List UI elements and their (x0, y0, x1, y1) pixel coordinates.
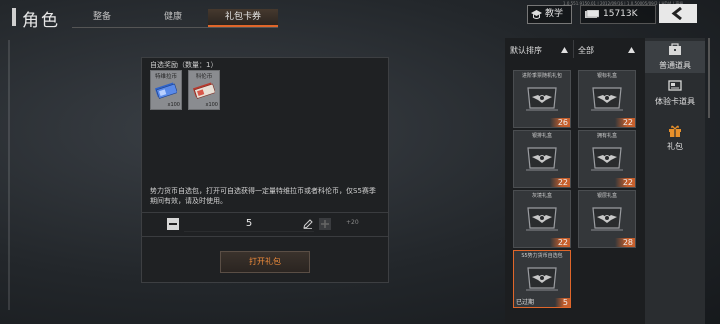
wing-emblem-icon (526, 147, 558, 171)
item-name: 灰境礼盒 (531, 193, 552, 199)
quantity-increment-button[interactable] (319, 218, 331, 230)
open-gift-button[interactable]: 打开礼包 (220, 251, 310, 273)
item-card[interactable]: 进阶季票随机礼包 26 (513, 70, 571, 128)
back-button[interactable] (659, 4, 697, 23)
page-title: 角色 (22, 11, 60, 31)
category-common-items[interactable]: 普通道具 (645, 41, 705, 73)
sort-dropdown[interactable]: 默认排序 (510, 45, 542, 56)
reward-count: x100 (205, 102, 218, 108)
card-icon (668, 80, 682, 91)
tutorial-label: 教学 (545, 9, 564, 19)
item-card[interactable]: 灰境礼盒 22 (513, 190, 571, 248)
quantity-decrement-button[interactable] (167, 218, 179, 230)
quantity-input[interactable]: 5 (184, 217, 314, 232)
divider (141, 212, 388, 213)
category-gift-packs[interactable]: 礼包 (645, 122, 705, 154)
banknote-icon (585, 10, 599, 18)
item-card[interactable]: 银标礼盒 22 (578, 70, 636, 128)
chevron-left-icon (671, 7, 682, 20)
blue-banknote-icon (155, 82, 177, 99)
item-name: 银标礼盒 (596, 73, 617, 79)
quantity-value: 5 (245, 218, 253, 229)
tab-equipment[interactable]: 整备 (72, 9, 132, 25)
red-banknote-icon (193, 82, 215, 99)
divider (141, 236, 388, 237)
item-count: 28 (614, 238, 635, 247)
reward-name: 特维拉币 (154, 74, 177, 80)
chevron-up-icon[interactable] (561, 47, 568, 53)
item-card[interactable]: S5势力货币自选包已过期 5 (513, 250, 571, 308)
plus-icon (321, 220, 329, 228)
currency-display: 15713K (580, 5, 656, 24)
title-accent-bar (12, 8, 16, 26)
item-count: 26 (549, 118, 570, 127)
wing-emblem-icon (526, 87, 558, 111)
chevron-up-icon[interactable] (628, 47, 635, 53)
item-count: 5 (554, 298, 570, 307)
pencil-icon[interactable] (303, 219, 313, 229)
item-count: 22 (614, 178, 635, 187)
tab-gift-coupons[interactable]: 礼包卡券 (208, 9, 278, 27)
box-icon (669, 43, 681, 55)
tutorial-button[interactable]: 教学 (527, 5, 572, 24)
item-name: 进阶季票随机礼包 (521, 73, 562, 79)
gift-icon (669, 125, 681, 137)
wing-emblem-icon (591, 147, 623, 171)
filter-dropdown[interactable]: 全部 (578, 45, 594, 56)
item-name: 银层礼盒 (596, 193, 617, 199)
item-name: 拥有礼盒 (596, 133, 617, 139)
reward-count: x100 (167, 102, 180, 108)
item-count: 22 (549, 238, 570, 247)
wing-emblem-icon (526, 267, 558, 291)
category-label: 礼包 (667, 142, 683, 151)
wing-emblem-icon (526, 207, 558, 231)
item-count: 22 (549, 178, 570, 187)
reward-header: 自选奖励（数量：1） (150, 61, 218, 69)
category-label: 普通道具 (659, 61, 691, 70)
item-count: 22 (614, 118, 635, 127)
item-name: 银排礼盒 (531, 133, 552, 139)
expired-label: 已过期 (516, 299, 535, 306)
gift-description: 势力货币自选包，打开可自选获得一定量特维拉币或者科伦币，仅S5赛季期间有效，请及… (150, 187, 376, 205)
category-trial-cards[interactable]: 体验卡道具 (645, 77, 705, 109)
minus-icon (169, 223, 177, 225)
item-name: S5势力货币自选包 (521, 253, 563, 259)
currency-value: 15713K (603, 9, 638, 19)
tab-health[interactable]: 健康 (143, 9, 203, 25)
reward-option-kolun-coin[interactable]: 科伦币 x100 (188, 70, 220, 110)
add-twenty-button[interactable]: +20 (346, 219, 359, 226)
item-card[interactable]: 拥有礼盒 22 (578, 130, 636, 188)
reward-name: 科伦币 (195, 74, 213, 80)
divider (573, 40, 574, 58)
wing-emblem-icon (591, 207, 623, 231)
decorative-stripe (8, 40, 10, 310)
item-card[interactable]: 银排礼盒 22 (513, 130, 571, 188)
item-card[interactable]: 银层礼盒 28 (578, 190, 636, 248)
graduation-cap-icon (531, 10, 542, 19)
reward-option-terra-coin[interactable]: 特维拉币 x100 (150, 70, 182, 110)
tabs-underline (72, 27, 278, 28)
wing-emblem-icon (591, 87, 623, 111)
scrollbar[interactable] (708, 38, 710, 118)
category-label: 体验卡道具 (655, 97, 695, 106)
